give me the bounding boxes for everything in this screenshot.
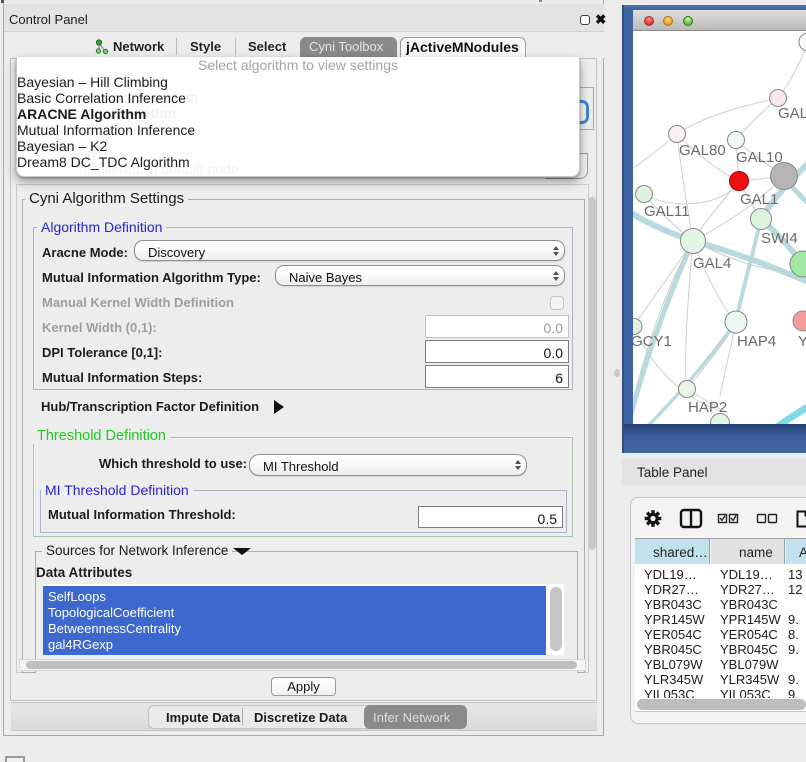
- svg-text:SWI4: SWI4: [761, 230, 798, 247]
- svg-text:GAL10: GAL10: [736, 149, 783, 166]
- svg-text:HAP4: HAP4: [737, 333, 776, 350]
- svg-text:GAL80: GAL80: [679, 142, 726, 159]
- svg-text:HAP2: HAP2: [688, 399, 727, 416]
- svg-text:GAL: GAL: [778, 105, 806, 122]
- svg-text:GAL1: GAL1: [740, 191, 778, 208]
- svg-text:GAL4: GAL4: [693, 255, 731, 272]
- svg-text:GCY1: GCY1: [633, 333, 672, 350]
- svg-text:GAL11: GAL11: [644, 203, 690, 220]
- svg-text:Y: Y: [798, 333, 806, 350]
